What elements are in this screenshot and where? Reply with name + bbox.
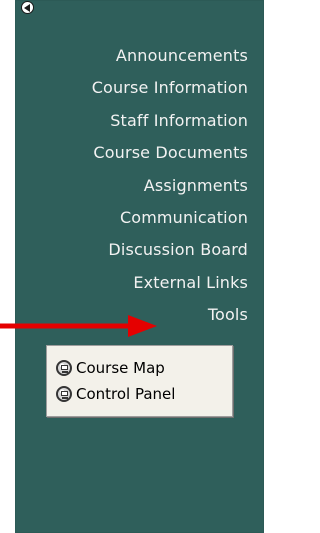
red-pointer-arrow <box>0 315 157 337</box>
course-map-icon <box>56 360 72 376</box>
control-panel-label: Control Panel <box>76 385 176 403</box>
submenu-item-course-map[interactable]: Course Map <box>56 355 165 381</box>
collapse-menu-icon[interactable] <box>21 1 34 14</box>
menu-item-staff-information[interactable]: Staff Information <box>18 105 248 137</box>
tools-submenu: Course Map Control Panel <box>46 345 233 417</box>
course-menu-screen: Announcements Course Information Staff I… <box>0 0 282 533</box>
control-panel-icon <box>56 386 72 402</box>
submenu-item-control-panel[interactable]: Control Panel <box>56 381 175 407</box>
course-menu-list: Announcements Course Information Staff I… <box>18 40 248 332</box>
menu-item-assignments[interactable]: Assignments <box>18 170 248 202</box>
menu-item-course-information[interactable]: Course Information <box>18 72 248 104</box>
menu-item-announcements[interactable]: Announcements <box>18 40 248 72</box>
menu-item-external-links[interactable]: External Links <box>18 267 248 299</box>
menu-item-communication[interactable]: Communication <box>18 202 248 234</box>
menu-item-discussion-board[interactable]: Discussion Board <box>18 234 248 266</box>
course-map-label: Course Map <box>76 359 165 377</box>
arrow-head <box>128 315 157 337</box>
menu-item-course-documents[interactable]: Course Documents <box>18 137 248 169</box>
